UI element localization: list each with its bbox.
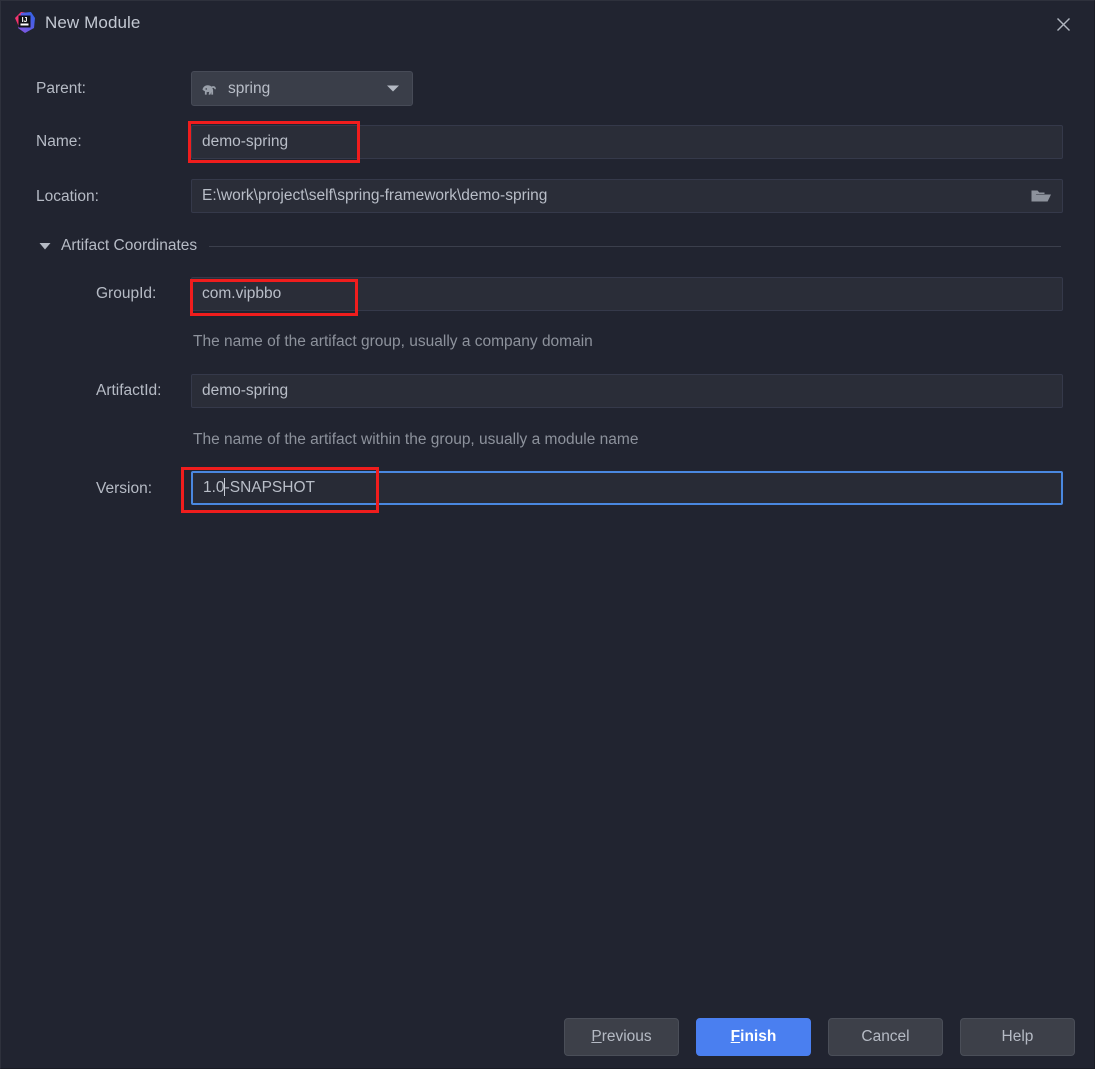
version-label: Version: (96, 480, 153, 497)
groupid-input[interactable]: com.vipbbo (191, 277, 1063, 311)
location-label: Location: (36, 188, 99, 205)
groupid-label: GroupId: (96, 285, 157, 302)
previous-button[interactable]: Previous (564, 1018, 679, 1056)
svg-text:IJ: IJ (22, 17, 28, 24)
name-label: Name: (36, 133, 82, 150)
title-bar: IJ New Module (1, 1, 1094, 46)
cancel-button-label: Cancel (861, 1028, 910, 1045)
finish-button-mnemonic: F (730, 1028, 741, 1045)
help-button-label: Help (1001, 1028, 1034, 1045)
section-divider (209, 245, 1061, 247)
maven-elephant-icon (200, 81, 220, 97)
text-caret (224, 478, 226, 496)
dialog-title: New Module (45, 13, 141, 32)
triangle-down-icon[interactable] (39, 237, 51, 255)
parent-label: Parent: (36, 80, 86, 97)
chevron-down-icon[interactable] (386, 80, 400, 98)
name-input[interactable]: demo-spring (191, 125, 1063, 159)
finish-button[interactable]: Finish (696, 1018, 811, 1056)
previous-button-mnemonic: P (591, 1028, 602, 1045)
artifact-coordinates-section-header[interactable]: Artifact Coordinates (39, 235, 1061, 257)
groupid-hint: The name of the artifact group, usually … (193, 333, 593, 350)
version-value-before-caret: 1.0 (203, 479, 225, 496)
help-button[interactable]: Help (960, 1018, 1075, 1056)
previous-button-label: revious (601, 1028, 652, 1045)
artifactid-label: ArtifactId: (96, 382, 162, 399)
cancel-button[interactable]: Cancel (828, 1018, 943, 1056)
artifactid-value: demo-spring (202, 382, 289, 399)
close-icon[interactable] (1048, 9, 1078, 39)
artifactid-input[interactable]: demo-spring (191, 374, 1063, 408)
finish-button-label: inish (740, 1028, 777, 1045)
intellij-idea-logo-icon: IJ (13, 11, 37, 35)
groupid-value: com.vipbbo (202, 285, 282, 302)
artifact-coordinates-title: Artifact Coordinates (61, 237, 198, 254)
parent-combobox[interactable]: spring (191, 71, 413, 106)
version-value-after-caret: -SNAPSHOT (224, 479, 315, 496)
location-input[interactable]: E:\work\project\self\spring-framework\de… (191, 179, 1063, 213)
location-value: E:\work\project\self\spring-framework\de… (202, 187, 548, 204)
version-input[interactable]: 1.0 -SNAPSHOT (191, 471, 1063, 505)
open-folder-icon[interactable] (1030, 186, 1052, 206)
new-module-dialog: IJ New Module Parent: spring Name: demo-… (0, 0, 1095, 1069)
name-value: demo-spring (202, 133, 289, 150)
parent-value: spring (228, 79, 271, 97)
artifactid-hint: The name of the artifact within the grou… (193, 431, 639, 448)
